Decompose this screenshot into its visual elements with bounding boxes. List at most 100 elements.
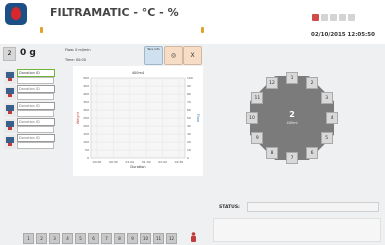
person-icon[interactable] [190, 232, 197, 242]
status-field [247, 202, 379, 212]
donation-value-field[interactable] [17, 77, 54, 84]
channel-row[interactable]: Donation ID [3, 102, 55, 118]
weight-flow-chart: 5004504003503002502001501005001009080706… [73, 66, 203, 176]
y-left-tick: 100 [83, 140, 89, 144]
carousel-slot[interactable]: 9 [251, 132, 264, 144]
date-time: 02/10/2015 12:05:50 [311, 32, 375, 38]
page-button[interactable]: 7 [101, 233, 112, 244]
chart-title: 400m4 [132, 71, 145, 75]
page-button[interactable]: 8 [114, 233, 125, 244]
x-axis-label: Duration [130, 165, 145, 169]
channel-row[interactable]: Donation ID [3, 134, 55, 150]
y-right-tick: 100 [187, 76, 193, 80]
y-right-tick: 90 [187, 84, 191, 88]
pin-icon [40, 27, 43, 33]
y-left-tick: 50 [85, 148, 89, 152]
x-tick: 02:00 [158, 160, 167, 164]
monitor-icon [4, 135, 16, 149]
carousel-slot[interactable]: 10 [246, 112, 258, 124]
y-left-tick: 200 [83, 124, 89, 128]
carousel-slot[interactable]: 3 [320, 92, 333, 104]
carousel-slot[interactable]: 12 [266, 77, 278, 90]
y-right-tick: 70 [187, 100, 191, 104]
target-button[interactable]: ◎ [164, 46, 183, 65]
donation-id-field[interactable]: Donation ID [17, 134, 55, 142]
y-right-tick: 10 [187, 148, 191, 152]
y-right-tick: 0 [187, 156, 189, 160]
y-left-tick: 350 [83, 100, 89, 104]
page-button[interactable]: 10 [140, 233, 151, 244]
page-button[interactable]: 2 [36, 233, 47, 244]
x-tick: 00:00 [93, 160, 102, 164]
donation-id-field[interactable]: Donation ID [17, 102, 55, 110]
carousel-center-label: 400ml [286, 121, 298, 125]
settings-icon[interactable] [321, 14, 328, 21]
y-left-tick: 300 [83, 108, 89, 112]
donation-id-field[interactable]: Donation ID [17, 69, 55, 77]
exit-icon[interactable] [348, 14, 355, 21]
carousel-slot[interactable]: 6 [306, 146, 318, 159]
page-button[interactable]: 12 [166, 233, 177, 244]
carousel-slot[interactable]: 11 [251, 92, 264, 104]
carousel-slot[interactable]: 7 [286, 152, 298, 164]
page-button[interactable]: 3 [49, 233, 60, 244]
donation-value-field[interactable] [17, 142, 54, 149]
y-left-tick: 150 [83, 132, 89, 136]
x-tick: 01:30 [142, 160, 151, 164]
channel-row[interactable]: Donation ID [3, 85, 55, 101]
y-right-tick: 80 [187, 92, 191, 96]
page-button[interactable]: 9 [127, 233, 138, 244]
x-tick: 00:30 [109, 160, 118, 164]
carousel-slot[interactable]: 5 [320, 132, 333, 144]
page-button[interactable]: 5 [75, 233, 86, 244]
x-tick: 02:30 [175, 160, 184, 164]
time-readout: Time: 00:00 [65, 58, 86, 62]
donation-id-field[interactable]: Donation ID [17, 85, 55, 93]
channel-row[interactable]: Donation ID [3, 69, 55, 85]
station-pager: 1 2 3 4 5 6 7 8 9 10 11 12 [23, 233, 183, 245]
monitor-icon [4, 86, 16, 100]
status-message-area [213, 218, 381, 242]
y-right-tick: 40 [187, 124, 191, 128]
page-button[interactable]: 6 [88, 233, 99, 244]
donation-id-field[interactable]: Donation ID [17, 118, 55, 126]
tools-icon[interactable] [339, 14, 346, 21]
y-right-tick: 50 [187, 116, 191, 120]
close-button[interactable]: X [183, 46, 202, 65]
y-left-tick: 0 [87, 156, 89, 160]
page-button[interactable]: 4 [62, 233, 73, 244]
y-right-tick: 60 [187, 108, 191, 112]
y-right-label: Flow [196, 114, 200, 122]
carousel-slot[interactable]: 4 [326, 112, 338, 124]
filter-carousel: 2 400ml 1 2 3 4 5 6 7 8 9 10 11 12 [237, 63, 347, 173]
carousel-slot[interactable]: 1 [286, 72, 298, 84]
y-right-tick: 20 [187, 140, 191, 144]
donation-value-field[interactable] [17, 93, 54, 100]
tare-info-button[interactable]: Tare Info [144, 46, 163, 65]
app-title: FILTRAMATIC - °C - % [50, 6, 179, 19]
carousel-slot[interactable]: 2 [306, 77, 318, 90]
y-left-tick: 250 [83, 116, 89, 120]
y-left-label: Weight [76, 111, 80, 124]
carousel-slot[interactable]: 8 [266, 146, 278, 159]
monitor-icon [4, 70, 16, 84]
flow-readout: Flow: 0 ml/min [65, 48, 91, 52]
y-left-tick: 500 [83, 76, 89, 80]
donation-value-field[interactable] [17, 110, 54, 117]
blood-drop-icon [11, 7, 21, 20]
channel-row[interactable]: Donation ID [3, 118, 55, 134]
y-left-tick: 400 [83, 92, 89, 96]
monitor-icon [4, 119, 16, 133]
page-button[interactable]: 11 [153, 233, 164, 244]
alarm-icon[interactable] [312, 14, 319, 21]
x-tick: 01:00 [125, 160, 134, 164]
monitor-icon [4, 103, 16, 117]
y-left-tick: 450 [83, 84, 89, 88]
pin-icon [201, 27, 204, 33]
page-button[interactable]: 1 [23, 233, 34, 244]
network-icon[interactable] [330, 14, 337, 21]
carousel-center-value: 2 [289, 110, 295, 119]
status-label: STATUS: [219, 205, 240, 210]
donation-value-field[interactable] [17, 126, 54, 133]
scale-number: 2 [3, 47, 16, 61]
